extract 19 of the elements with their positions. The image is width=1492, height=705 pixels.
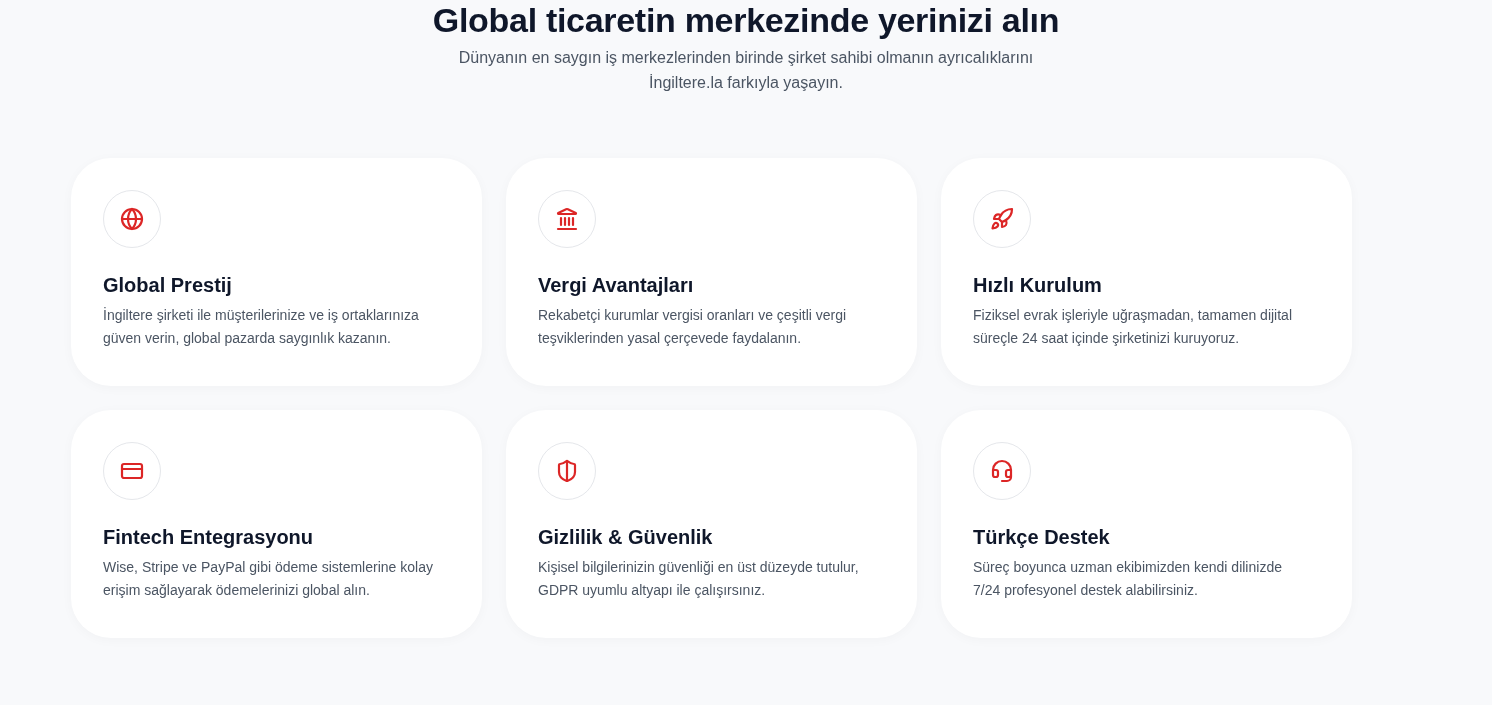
feature-description: Süreç boyunca uzman ekibimizden kendi dilinizde 7/24 profesyonel destek alabilirsiniz. — [973, 558, 1283, 600]
feature-description: Wise, Stripe ve PayPal gibi ödeme sistemlerine kolay erişim sağlayarak ödemelerinizi global alın. — [103, 558, 434, 600]
feature-title: Türkçe Destek — [973, 525, 1111, 550]
feature-description: Rekabetçi kurumlar vergisi oranları ve çeşitli vergi teşviklerinden yasal çerçevede faydalanın. — [538, 306, 848, 348]
globe-icon — [120, 207, 144, 231]
bank-icon — [555, 207, 579, 231]
feature-title: Global Prestij — [103, 273, 233, 298]
feature-title: Hızlı Kurulum — [973, 273, 1103, 298]
feature-title: Vergi Avantajları — [538, 273, 695, 298]
section-heading: Global ticaretin merkezinde yerinizi alın — [432, 0, 1060, 40]
feature-description: İngiltere şirketi ile müşterilerinize ve iş ortaklarınıza güven verin, global pazarda saygınlık kazanın. — [103, 306, 420, 348]
shield-icon — [555, 459, 579, 483]
section-subtitle: Dünyanın en saygın iş merkezlerinden birinde şirket sahibi olmanın ayrıcalıklarını İngiltere.la farkıyla yaşayın. — [457, 48, 1035, 93]
feature-description: Kişisel bilgilerinizin güvenliği en üst düzeyde tutulur, GDPR uyumlu altyapı ile çalışırsınız. — [538, 558, 860, 600]
feature-description: Fiziksel evrak işleriyle uğraşmadan, tamamen dijital süreçle 24 saat içinde şirketinizi kuruyoruz. — [973, 306, 1293, 348]
feature-title: Gizlilik & Güvenlik — [538, 525, 714, 550]
rocket-icon — [990, 207, 1014, 231]
feature-title: Fintech Entegrasyonu — [103, 525, 315, 550]
headset-icon — [990, 459, 1014, 483]
